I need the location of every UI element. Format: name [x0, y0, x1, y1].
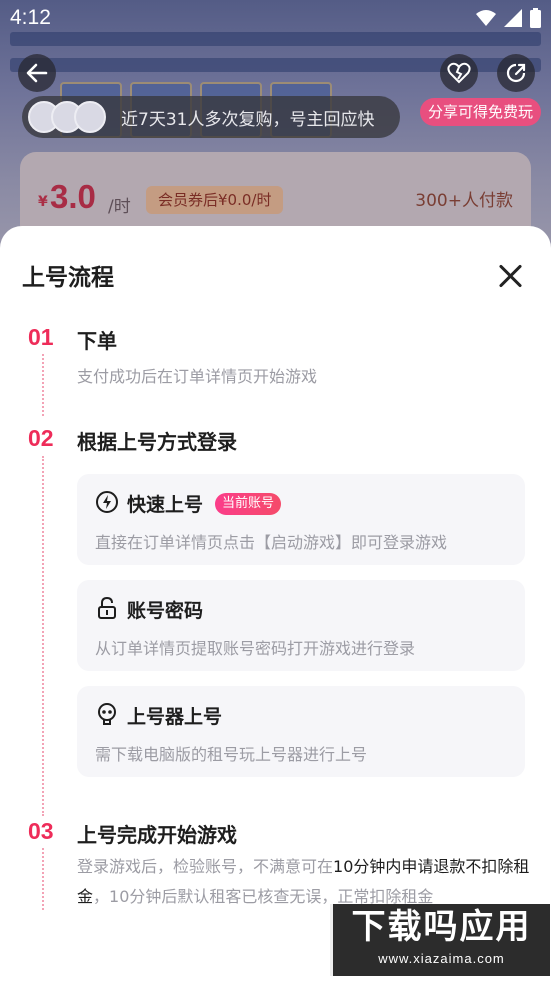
- avatar: [74, 101, 106, 133]
- current-account-badge: 当前账号: [215, 493, 282, 515]
- watermark-url: www.xiazaima.com: [378, 951, 505, 966]
- favorite-button[interactable]: [440, 54, 478, 92]
- step-number: 01: [28, 324, 54, 350]
- arrow-left-icon: [26, 63, 48, 83]
- step-title: 上号完成开始游戏: [77, 823, 237, 847]
- battery-icon: [530, 8, 541, 28]
- option-name: 快速上号: [127, 494, 204, 516]
- option-description: 从订单详情页提取账号密码打开游戏进行登录: [95, 639, 416, 658]
- step-connector: [42, 354, 44, 416]
- step-title: 下单: [77, 329, 117, 353]
- option-launcher-login[interactable]: 上号器上号 需下载电脑版的租号玩上号器进行上号: [77, 686, 525, 777]
- share-button[interactable]: [497, 54, 535, 92]
- signal-icon: [504, 9, 522, 27]
- step-description: 登录游戏后，检验账号，不满意可在10分钟内申请退款不扣除租金，10分钟后默认租客…: [77, 852, 532, 912]
- price-value: 3.0: [50, 178, 96, 215]
- option-name: 账号密码: [127, 600, 204, 622]
- watermark-title: 下载吗应用: [351, 907, 532, 947]
- step-description: 支付成功后在订单详情页开始游戏: [77, 367, 318, 386]
- option-name: 上号器上号: [127, 706, 223, 728]
- launcher-icon: [98, 703, 116, 725]
- close-button[interactable]: [494, 260, 526, 292]
- option-quick-login[interactable]: 快速上号 当前账号 直接在订单详情页点击【启动游戏】即可登录游戏: [77, 474, 525, 565]
- buyer-avatars: [28, 101, 106, 133]
- login-process-sheet: 上号流程 01 下单 支付成功后在订单详情页开始游戏 02 根据上号方式登录 快…: [0, 226, 551, 981]
- member-coupon-badge: 会员券后¥0.0/时: [146, 186, 284, 214]
- back-button[interactable]: [18, 54, 56, 92]
- share-free-play-tag[interactable]: 分享可得免费玩: [420, 98, 542, 126]
- watermark-logo: 下载吗应用 www.xiazaima.com: [330, 904, 550, 976]
- refund-rule-text: 登录游戏后，检验账号，不满意可在: [77, 857, 334, 876]
- step-connector: [42, 848, 44, 910]
- sheet-title: 上号流程: [22, 265, 114, 291]
- option-account-password[interactable]: 账号密码 从订单详情页提取账号密码打开游戏进行登录: [77, 580, 525, 671]
- wifi-icon: [476, 10, 496, 26]
- lightning-icon: [96, 491, 118, 513]
- price-currency: ¥: [38, 194, 48, 210]
- lock-icon: [98, 596, 116, 619]
- status-icons: [476, 8, 541, 28]
- step-number: 03: [28, 818, 54, 844]
- option-description: 需下载电脑版的租号玩上号器进行上号: [95, 745, 368, 764]
- option-description: 直接在订单详情页点击【启动游戏】即可登录游戏: [95, 533, 448, 552]
- paid-count: 300+人付款: [415, 191, 513, 211]
- repeat-buyers-text: 近7天31人多次复购，号主回应快: [121, 109, 375, 130]
- status-bar: 4:12: [0, 0, 551, 34]
- step-connector: [42, 456, 44, 816]
- price-unit: /时: [108, 197, 131, 217]
- broken-heart-icon: [447, 62, 471, 84]
- share-icon: [506, 63, 526, 83]
- step-number: 02: [28, 425, 54, 451]
- step-title: 根据上号方式登录: [77, 430, 237, 454]
- status-time: 4:12: [10, 6, 51, 29]
- repeat-buyers-banner: 近7天31人多次复购，号主回应快: [22, 96, 400, 138]
